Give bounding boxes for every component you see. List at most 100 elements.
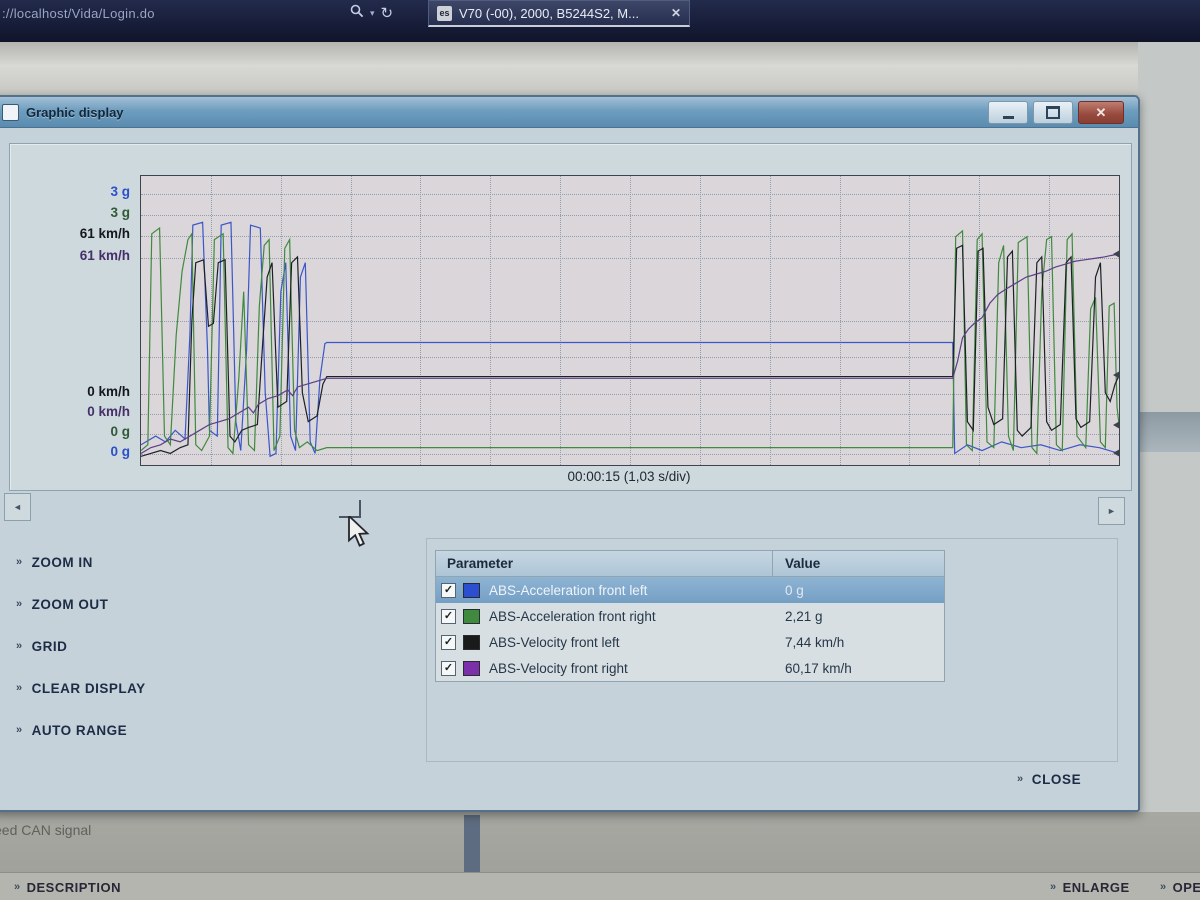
- chart-x-axis-label: 00:00:15 (1,03 s/div): [140, 469, 1118, 484]
- button-label: AUTO RANGE: [32, 723, 128, 738]
- button-label: GRID: [32, 639, 68, 654]
- page-right-margin: [1138, 42, 1200, 900]
- search-dropdown-caret-icon[interactable]: ▾: [370, 8, 375, 19]
- parameter-cell: ✓ ABS-Velocity front right: [436, 661, 773, 676]
- link-bullet-icon: »: [16, 641, 23, 652]
- maximize-button[interactable]: [1033, 101, 1073, 124]
- chart-controls: » ZOOM IN » ZOOM OUT » GRID » CLEAR DISPLAY » AUT…: [16, 555, 146, 765]
- parameter-name: ABS-Velocity front right: [489, 661, 628, 676]
- address-bar[interactable]: ://localhost/Vida/Login.do: [2, 6, 155, 21]
- window-close-button[interactable]: ✕: [1078, 101, 1124, 124]
- auto-range-button[interactable]: » AUTO RANGE: [16, 723, 146, 738]
- series-abs-velocity-front-right: [141, 254, 1119, 453]
- link-bullet-icon: »: [1050, 882, 1057, 893]
- page-header-band: Anti-lock Brake System Module (ABS): [0, 42, 1200, 95]
- y-axis-label: 0 km/h: [87, 384, 130, 399]
- link-bullet-icon: »: [16, 557, 23, 568]
- parameter-name: ABS-Velocity front left: [489, 635, 620, 650]
- tab-favicon-icon: es: [437, 6, 452, 21]
- link-bullet-icon: »: [1017, 774, 1024, 785]
- y-axis-label: 0 g: [110, 444, 130, 459]
- tab-close-icon[interactable]: ✕: [671, 6, 681, 20]
- options-button-truncated[interactable]: » OPE: [1160, 880, 1200, 895]
- parameter-table: Parameter Value ✓ ABS-Acceleration front …: [435, 550, 945, 682]
- y-axis-label: 0 km/h: [87, 404, 130, 419]
- browser-tab[interactable]: es V70 (-00), 2000, B5244S2, M... ✕: [428, 0, 690, 27]
- series-color-swatch: [463, 635, 480, 650]
- chart-panel: 3 g3 g61 km/h61 km/h0 km/h0 km/h0 g0 g 0…: [9, 143, 1132, 491]
- parameter-value: 2,21 g: [773, 609, 944, 624]
- mouse-cursor: [347, 516, 371, 553]
- button-label: ZOOM IN: [32, 555, 93, 570]
- series-color-swatch: [463, 661, 480, 676]
- parameter-cell: ✓ ABS-Acceleration front right: [436, 609, 773, 624]
- series-color-swatch: [463, 609, 480, 624]
- minimize-button[interactable]: [988, 101, 1028, 124]
- link-bullet-icon: »: [16, 683, 23, 694]
- tab-title: V70 (-00), 2000, B5244S2, M...: [459, 6, 639, 21]
- screen: ://localhost/Vida/Login.do ▾ ↻ es V70 (-…: [0, 0, 1200, 900]
- description-label: DESCRIPTION: [27, 880, 121, 895]
- parameter-value: 60,17 km/h: [773, 661, 944, 676]
- parameter-cell: ✓ ABS-Acceleration front left: [436, 583, 773, 598]
- enlarge-label: ENLARGE: [1063, 880, 1130, 895]
- row-checkbox[interactable]: ✓: [441, 661, 456, 676]
- y-axis-label: 61 km/h: [80, 248, 130, 263]
- link-bullet-icon: »: [1160, 882, 1167, 893]
- chart-series-svg: [141, 176, 1119, 465]
- scroll-right-button[interactable]: ►: [1098, 497, 1125, 525]
- link-bullet-icon: »: [14, 882, 21, 893]
- graphic-display-icon: [2, 104, 19, 121]
- scroll-left-button[interactable]: ◄: [4, 493, 31, 521]
- table-row[interactable]: ✓ ABS-Velocity front left 7,44 km/h: [436, 629, 944, 655]
- grid-button[interactable]: » GRID: [16, 639, 146, 654]
- table-row[interactable]: ✓ABS-Acceleration front left0 g: [436, 577, 944, 603]
- enlarge-button[interactable]: » ENLARGE: [1050, 880, 1130, 895]
- window-title: Graphic display: [26, 105, 124, 120]
- y-axis-label: 61 km/h: [80, 226, 130, 241]
- chart-plot-area[interactable]: [140, 175, 1120, 466]
- row-checkbox[interactable]: ✓: [441, 583, 456, 598]
- description-button[interactable]: » DESCRIPTION: [14, 880, 121, 895]
- search-icon[interactable]: [350, 4, 364, 23]
- series-end-marker-icon: [1113, 449, 1120, 457]
- page-right-band: [1138, 412, 1200, 452]
- y-axis-label: 3 g: [110, 184, 130, 199]
- y-axis-label: 3 g: [110, 205, 130, 220]
- series-abs-acceleration-front-left: [141, 222, 1119, 456]
- table-row[interactable]: ✓ ABS-Velocity front right 60,17 km/h: [436, 655, 944, 681]
- window-titlebar[interactable]: Graphic display ✕: [0, 97, 1138, 128]
- browser-bar: ://localhost/Vida/Login.do ▾ ↻ es V70 (-…: [0, 0, 1200, 42]
- row-checkbox[interactable]: ✓: [441, 609, 456, 624]
- series-color-swatch: [463, 583, 480, 598]
- row-checkbox[interactable]: ✓: [441, 635, 456, 650]
- parameter-name: ABS-Acceleration front right: [489, 609, 656, 624]
- link-bullet-icon: »: [16, 725, 23, 736]
- zoom-in-button[interactable]: » ZOOM IN: [16, 555, 146, 570]
- options-label: OPE: [1173, 880, 1200, 895]
- graphic-display-window: Graphic display ✕ 3 g 3 g 61 km/h 61 km/h 0 …: [0, 95, 1140, 812]
- background-text: eed CAN signal: [0, 822, 91, 838]
- parameter-cell: ✓ ABS-Velocity front left: [436, 635, 773, 650]
- series-end-marker-icon: [1113, 371, 1120, 379]
- zoom-out-button[interactable]: » ZOOM OUT: [16, 597, 146, 612]
- button-label: ZOOM OUT: [32, 597, 109, 612]
- parameter-value: 7,44 km/h: [773, 635, 944, 650]
- series-end-marker-icon: [1113, 250, 1120, 258]
- column-header-value: Value: [773, 556, 944, 571]
- parameter-panel: Parameter Value ✓ ABS-Acceleration front …: [426, 538, 1118, 762]
- close-label: CLOSE: [1032, 772, 1082, 787]
- maximize-icon: [1046, 106, 1060, 119]
- button-label: CLEAR DISPLAY: [32, 681, 146, 696]
- refresh-icon[interactable]: ↻: [381, 6, 394, 21]
- link-bullet-icon: »: [16, 599, 23, 610]
- table-header: Parameter Value: [436, 551, 944, 577]
- chart-y-axis: 3 g3 g61 km/h61 km/h0 km/h0 km/h0 g0 g: [10, 175, 134, 464]
- minimize-icon: [1003, 116, 1014, 119]
- parameter-name: ABS-Acceleration front left: [489, 583, 647, 598]
- close-button[interactable]: » CLOSE: [1017, 772, 1081, 787]
- bottom-toolbar: » DESCRIPTION » ENLARGE » OPE: [0, 872, 1200, 900]
- table-row[interactable]: ✓ ABS-Acceleration front right 2,21 g: [436, 603, 944, 629]
- series-end-marker-icon: [1113, 421, 1120, 429]
- clear-display-button[interactable]: » CLEAR DISPLAY: [16, 681, 146, 696]
